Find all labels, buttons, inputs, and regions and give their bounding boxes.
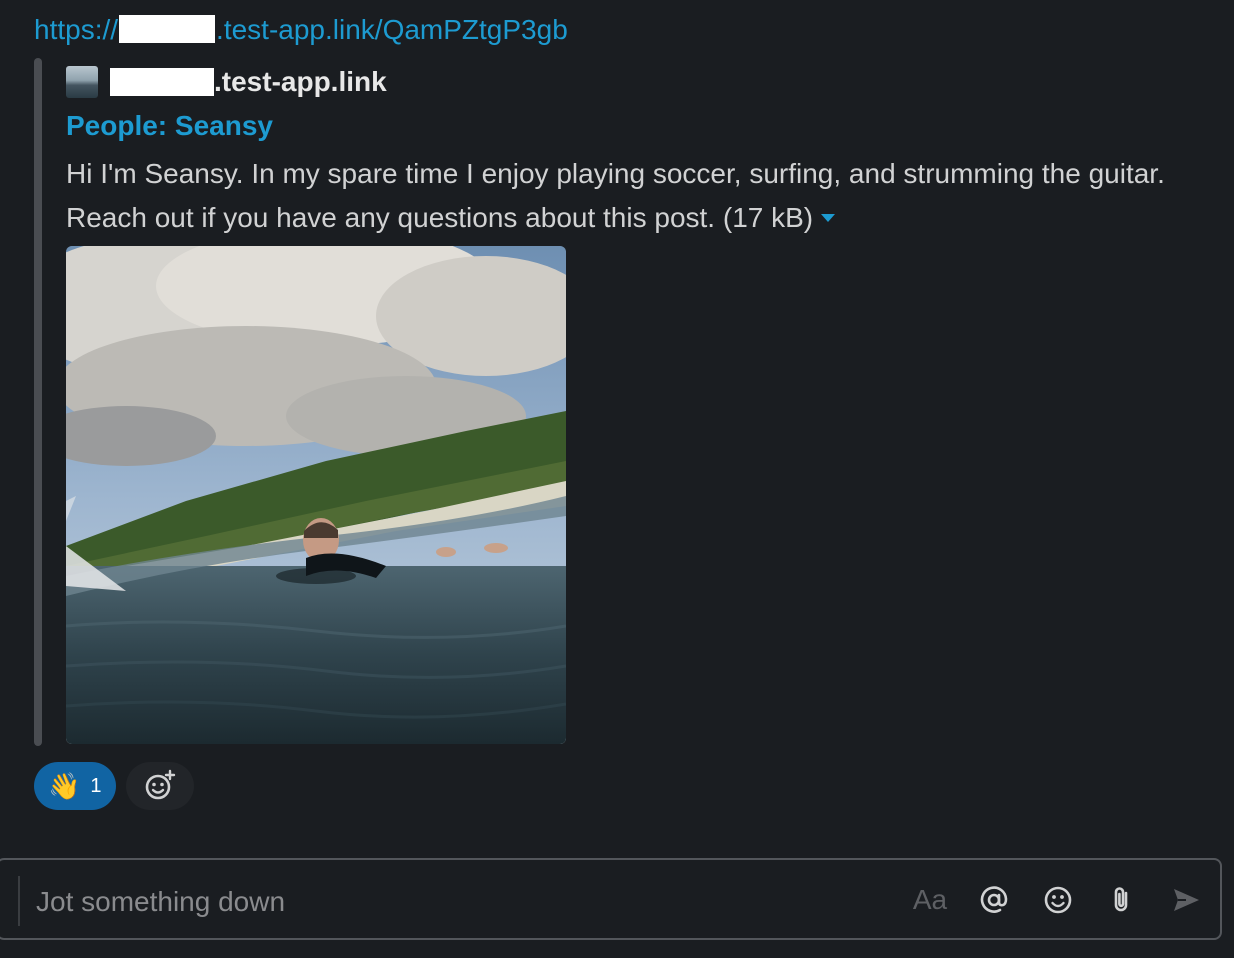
- unfurl-description: Hi I'm Seansy. In my spare time I enjoy …: [66, 152, 1166, 240]
- redaction-box: [110, 68, 214, 96]
- file-size: (17 kB): [722, 202, 814, 233]
- reactions-bar: 👋 1: [34, 762, 194, 810]
- site-favicon: [66, 66, 98, 98]
- format-toggle-button[interactable]: Aa: [910, 880, 950, 920]
- add-reaction-icon: [145, 769, 175, 800]
- mention-button[interactable]: [974, 880, 1014, 920]
- composer-divider: [18, 876, 20, 926]
- send-button[interactable]: [1166, 880, 1206, 920]
- reaction-pill[interactable]: 👋 1: [34, 762, 116, 810]
- reaction-count: 1: [90, 774, 102, 797]
- composer-toolbar: Aa: [910, 880, 1206, 920]
- site-name: .test-app.link: [110, 66, 387, 98]
- emoji-button[interactable]: [1038, 880, 1078, 920]
- send-icon: [1174, 889, 1199, 911]
- waving-hand-icon: 👋: [48, 771, 81, 801]
- surfer-photo-icon: [66, 246, 566, 744]
- message-composer: Aa: [0, 858, 1222, 940]
- unfurl-image[interactable]: [66, 246, 566, 744]
- unfurl-title[interactable]: People: Seansy: [66, 110, 273, 142]
- collapse-caret-icon[interactable]: [821, 213, 836, 222]
- link-suffix[interactable]: .test-app.link/QamPZtgP3gb: [216, 14, 568, 45]
- unfurl-site-row: .test-app.link: [66, 64, 387, 100]
- emoji-icon: [1044, 886, 1072, 914]
- mention-icon: [980, 886, 1008, 913]
- attach-button[interactable]: [1102, 880, 1142, 920]
- link-unfurl: .test-app.link People: Seansy Hi I'm Sea…: [34, 58, 1184, 746]
- link-prefix[interactable]: https://: [34, 14, 118, 45]
- unfurl-accent-bar: [34, 58, 42, 746]
- site-name-suffix: .test-app.link: [214, 66, 387, 97]
- redaction-box: [119, 14, 216, 43]
- attach-icon: [1114, 887, 1128, 912]
- description-text: Hi I'm Seansy. In my spare time I enjoy …: [66, 158, 1165, 233]
- message-view: https:// .test-app.link/QamPZtgP3gb .test…: [0, 0, 1234, 958]
- add-reaction-button[interactable]: [125, 762, 194, 810]
- message-input[interactable]: [34, 882, 858, 922]
- message-link[interactable]: https:// .test-app.link/QamPZtgP3gb: [34, 12, 568, 48]
